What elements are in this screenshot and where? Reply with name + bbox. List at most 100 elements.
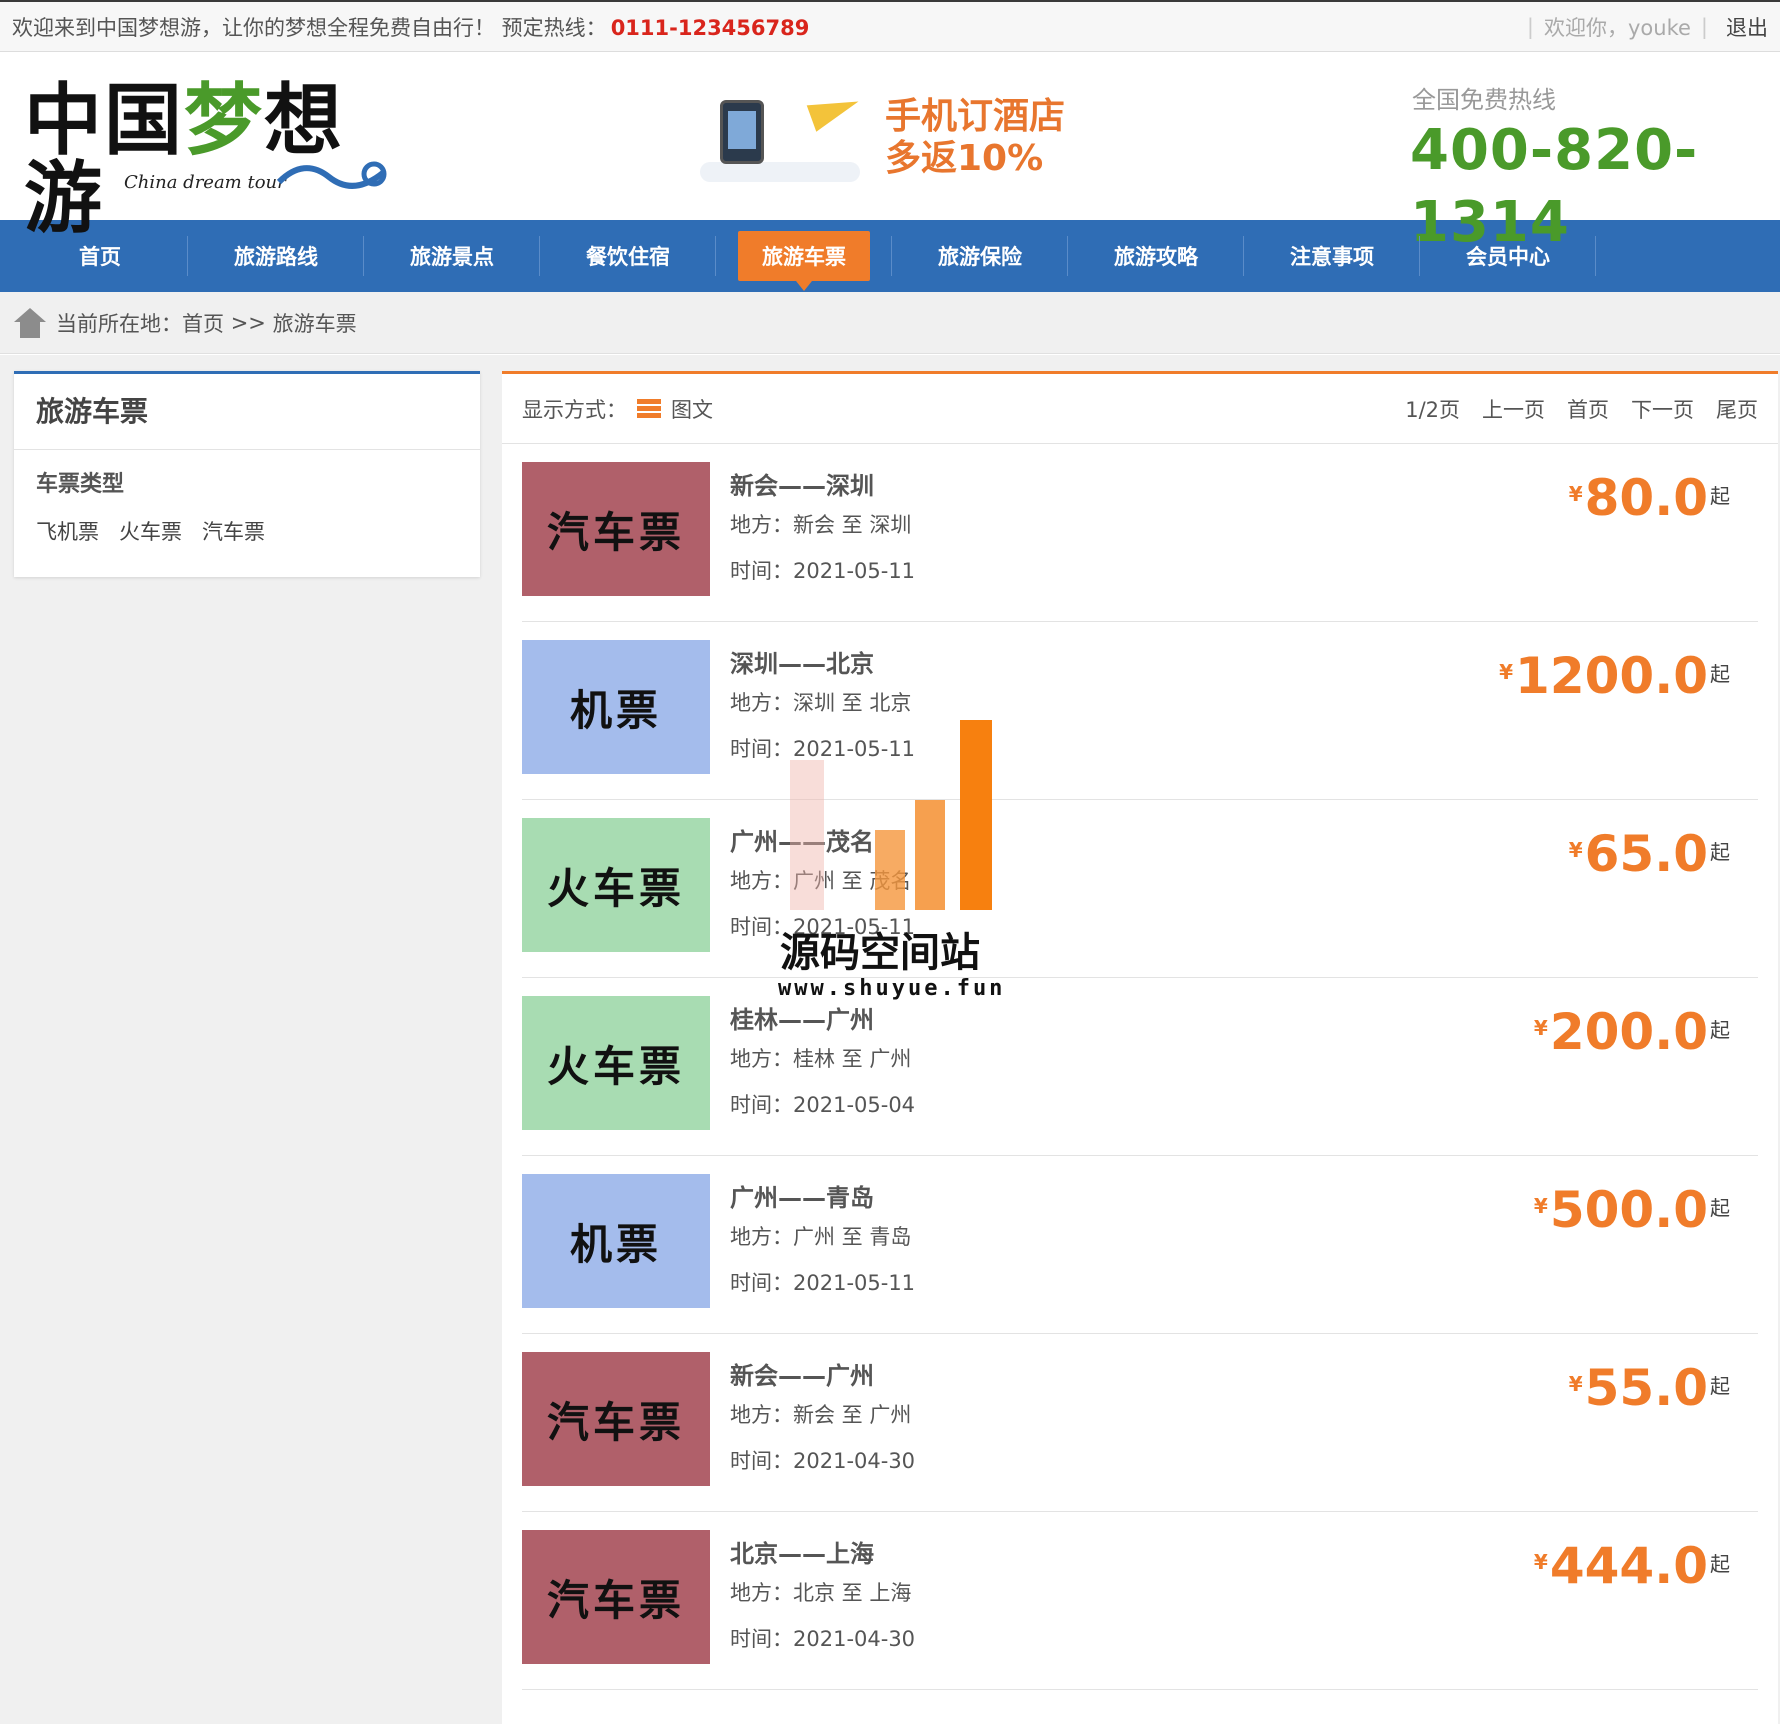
ticket-thumbnail[interactable]: 机票 — [522, 1174, 710, 1308]
logo-subtitle: China dream tour — [124, 172, 286, 193]
ticket-thumbnail[interactable]: 汽车票 — [522, 1352, 710, 1486]
nav-item-insurance[interactable]: 旅游保险 — [892, 220, 1068, 292]
currency-symbol: ¥ — [1568, 482, 1583, 506]
main-nav: 首页 旅游路线 旅游景点 餐饮住宿 旅游车票 旅游保险 旅游攻略 注意事项 会员… — [0, 220, 1780, 292]
site-logo[interactable]: 中国梦想游 China dream tour — [24, 82, 387, 238]
ticket-date: 时间：2021-04-30 — [730, 1449, 916, 1473]
cloud-decoration — [700, 162, 860, 182]
ticket-route[interactable]: 广州——茂名 — [730, 822, 915, 858]
ticket-route[interactable]: 广州——青岛 — [730, 1178, 915, 1214]
nav-item-notes[interactable]: 注意事项 — [1244, 220, 1420, 292]
nav-label: 旅游保险 — [938, 245, 1022, 269]
hotline-label: 全国免费热线 — [1412, 86, 1556, 114]
last-page-link[interactable]: 尾页 — [1716, 394, 1758, 424]
first-page-link[interactable]: 首页 — [1567, 394, 1609, 424]
ticket-place: 地方：新会 至 深圳 — [730, 513, 912, 537]
ticket-thumbnail[interactable]: 汽车票 — [522, 462, 710, 596]
currency-symbol: ¥ — [1568, 1372, 1583, 1396]
sidebar-link-plane[interactable]: 飞机票 — [36, 516, 99, 546]
ticket-item[interactable]: 机票 广州——青岛 地方：广州 至 青岛 时间：2021-05-11 ¥500.… — [522, 1156, 1758, 1334]
nav-item-routes[interactable]: 旅游路线 — [188, 220, 364, 292]
wave-icon — [276, 161, 387, 189]
mobile-hotel-promo[interactable]: 手机订酒店 多返10% — [700, 88, 1080, 192]
ticket-route[interactable]: 桂林——广州 — [730, 1000, 915, 1036]
ticket-route[interactable]: 新会——深圳 — [730, 466, 915, 502]
ticket-price: ¥80.0 起 — [1569, 466, 1730, 526]
ticket-info: 广州——青岛 地方：广州 至 青岛 时间：2021-05-11 — [730, 1178, 915, 1306]
ticket-place: 地方：广州 至 青岛 — [730, 1225, 912, 1249]
ticket-list-panel: 显示方式： 图文 1/2页 上一页 首页 下一页 尾页 汽车票 新会——深圳 地… — [502, 371, 1778, 1724]
ticket-date: 时间：2021-05-11 — [730, 1271, 916, 1295]
nav-label: 注意事项 — [1290, 245, 1374, 269]
ticket-info: 新会——广州 地方：新会 至 广州 时间：2021-04-30 — [730, 1356, 915, 1484]
sidebar-link-bus[interactable]: 汽车票 — [202, 516, 265, 546]
ticket-item[interactable]: 汽车票 新会——深圳 地方：新会 至 深圳 时间：2021-05-11 ¥80.… — [522, 444, 1758, 622]
nav-item-home[interactable]: 首页 — [12, 220, 188, 292]
ticket-price: ¥65.0 起 — [1569, 822, 1730, 882]
ticket-place: 地方：深圳 至 北京 — [730, 691, 912, 715]
promo-line-1: 手机订酒店 — [885, 96, 1066, 137]
ticket-thumbnail[interactable]: 火车票 — [522, 996, 710, 1130]
nav-item-guides[interactable]: 旅游攻略 — [1068, 220, 1244, 292]
display-mode: 显示方式： 图文 — [522, 394, 713, 424]
price-suffix: 起 — [1710, 840, 1730, 864]
ticket-type-links: 飞机票 火车票 汽车票 — [14, 498, 480, 546]
sidebar-link-train[interactable]: 火车票 — [119, 516, 182, 546]
content-area: 旅游车票 车票类型 飞机票 火车票 汽车票 显示方式： 图文 1/2页 上一页 … — [0, 355, 1780, 1724]
ticket-route[interactable]: 新会——广州 — [730, 1356, 915, 1392]
ticket-info: 新会——深圳 地方：新会 至 深圳 时间：2021-05-11 — [730, 466, 915, 594]
sidebar: 旅游车票 车票类型 飞机票 火车票 汽车票 — [14, 371, 480, 577]
ticket-info: 桂林——广州 地方：桂林 至 广州 时间：2021-05-04 — [730, 1000, 915, 1128]
currency-symbol: ¥ — [1533, 1016, 1548, 1040]
ticket-date: 时间：2021-05-11 — [730, 559, 916, 583]
ticket-price: ¥55.0 起 — [1569, 1356, 1730, 1416]
nav-item-member[interactable]: 会员中心 — [1420, 220, 1596, 292]
ticket-info: 广州——茂名 地方：广州 至 茂名 时间：2021-05-11 — [730, 822, 915, 950]
ticket-thumbnail[interactable]: 火车票 — [522, 818, 710, 952]
nav-item-tickets[interactable]: 旅游车票 — [716, 220, 892, 292]
nav-item-dining[interactable]: 餐饮住宿 — [540, 220, 716, 292]
ticket-info: 北京——上海 地方：北京 至 上海 时间：2021-04-30 — [730, 1534, 915, 1662]
ticket-price: ¥200.0 起 — [1534, 1000, 1730, 1060]
list-toolbar: 显示方式： 图文 1/2页 上一页 首页 下一页 尾页 — [502, 374, 1778, 444]
ticket-item[interactable]: 汽车票 北京——上海 地方：北京 至 上海 时间：2021-04-30 ¥444… — [522, 1512, 1758, 1690]
prev-page-link[interactable]: 上一页 — [1482, 394, 1545, 424]
price-suffix: 起 — [1710, 484, 1730, 508]
ticket-date: 时间：2021-05-11 — [730, 915, 916, 939]
ticket-date: 时间：2021-04-30 — [730, 1627, 916, 1651]
ticket-item[interactable]: 汽车票 新会——广州 地方：新会 至 广州 时间：2021-04-30 ¥55.… — [522, 1334, 1758, 1512]
promo-text: 手机订酒店 多返10% — [885, 96, 1065, 180]
price-value: 500.0 — [1549, 1181, 1708, 1239]
currency-symbol: ¥ — [1533, 1550, 1548, 1574]
ticket-route[interactable]: 深圳——北京 — [730, 644, 915, 680]
list-icon[interactable] — [637, 398, 661, 419]
ticket-place: 地方：北京 至 上海 — [730, 1581, 912, 1605]
nav-label: 旅游路线 — [234, 245, 318, 269]
display-mode-label: 显示方式： — [522, 397, 627, 422]
ticket-price: ¥444.0 起 — [1534, 1534, 1730, 1594]
user-area: | 欢迎你，youke | 退出 — [1527, 12, 1768, 42]
phone-icon — [720, 100, 764, 164]
ticket-route[interactable]: 北京——上海 — [730, 1534, 915, 1570]
welcome-text: 欢迎来到中国梦想游，让你的梦想全程免费自由行！ 预定热线： — [12, 15, 607, 40]
ticket-thumbnail[interactable]: 机票 — [522, 640, 710, 774]
next-page-link[interactable]: 下一页 — [1631, 394, 1694, 424]
ticket-item[interactable]: 火车票 广州——茂名 地方：广州 至 茂名 时间：2021-05-11 ¥65.… — [522, 800, 1758, 978]
display-mode-value[interactable]: 图文 — [671, 394, 713, 424]
price-suffix: 起 — [1710, 1196, 1730, 1220]
price-value: 444.0 — [1549, 1537, 1708, 1595]
breadcrumb-home[interactable]: 首页 — [182, 308, 224, 338]
breadcrumb-current[interactable]: 旅游车票 — [273, 308, 357, 338]
logout-link[interactable]: 退出 — [1726, 12, 1768, 42]
paper-plane-icon — [806, 88, 864, 132]
welcome-message: 欢迎来到中国梦想游，让你的梦想全程免费自由行！ 预定热线： 0111-123456… — [12, 12, 809, 42]
ticket-item[interactable]: 火车票 桂林——广州 地方：桂林 至 广州 时间：2021-05-04 ¥200… — [522, 978, 1758, 1156]
price-value: 200.0 — [1549, 1003, 1708, 1061]
ticket-item[interactable]: 机票 深圳——北京 地方：深圳 至 北京 时间：2021-05-11 ¥1200… — [522, 622, 1758, 800]
ticket-price: ¥500.0 起 — [1534, 1178, 1730, 1238]
divider: | — [1526, 14, 1534, 39]
nav-item-attractions[interactable]: 旅游景点 — [364, 220, 540, 292]
ticket-thumbnail[interactable]: 汽车票 — [522, 1530, 710, 1664]
price-value: 55.0 — [1584, 1359, 1708, 1417]
ticket-date: 时间：2021-05-11 — [730, 737, 916, 761]
